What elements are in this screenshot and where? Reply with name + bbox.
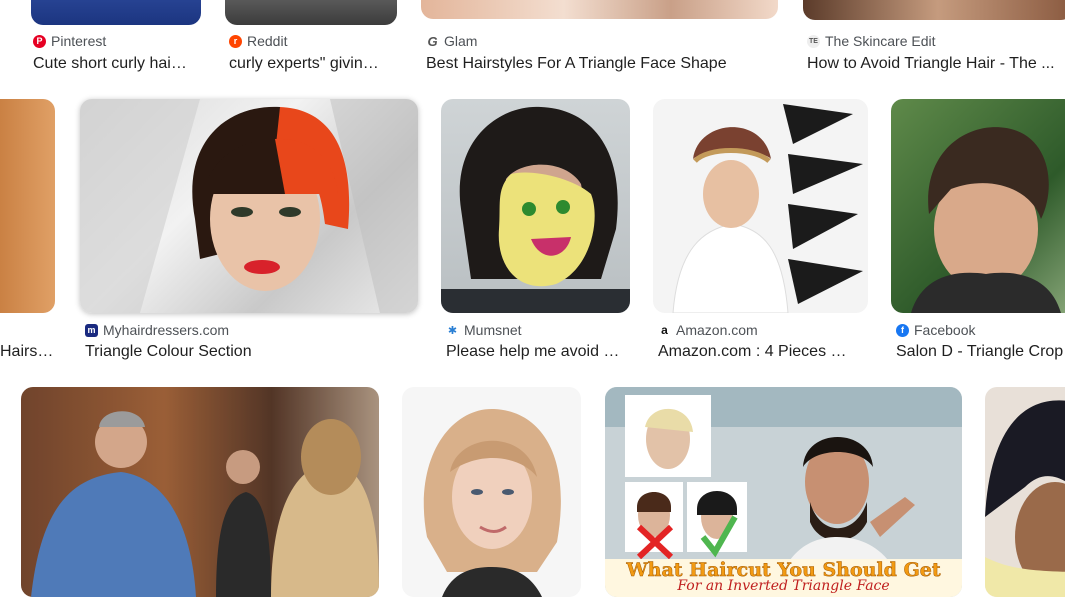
source-label: The Skincare Edit	[825, 33, 936, 49]
result-title[interactable]: Triangle Colour Section	[85, 343, 415, 361]
result-image[interactable]	[402, 387, 581, 597]
source-label: Amazon.com	[676, 322, 758, 338]
result-source: P Pinterest	[33, 33, 106, 49]
source-label: Facebook	[914, 322, 976, 338]
result-image[interactable]: What Haircut You Should Get For an Inver…	[605, 387, 962, 597]
facebook-icon: f	[896, 323, 909, 337]
result-title[interactable]: How to Avoid Triangle Hair - The ...	[807, 55, 1065, 73]
hair-photo	[441, 106, 630, 313]
bob-photo	[423, 408, 561, 597]
curly-hair-photo	[985, 400, 1065, 597]
result-image[interactable]	[985, 387, 1065, 597]
result-source: TE The Skincare Edit	[807, 33, 936, 49]
product-photo	[672, 104, 863, 313]
result-image[interactable]	[80, 99, 418, 313]
portrait-photo	[80, 99, 418, 313]
result-source: f Facebook	[896, 322, 975, 338]
amazon-icon: a	[661, 323, 668, 337]
result-title[interactable]: Salon D - Triangle Crop	[896, 343, 1065, 361]
mumsnet-icon: ✱	[447, 324, 458, 337]
source-label: Pinterest	[51, 33, 107, 49]
result-title[interactable]: Please help me avoid …	[446, 343, 626, 361]
video-subtitle-overlay: For an Inverted Triangle Face	[677, 578, 890, 594]
salon-photo	[21, 387, 379, 597]
result-title[interactable]: Cute short curly hai…	[33, 55, 203, 73]
source-label: Glam	[444, 33, 478, 49]
source-label: Mumsnet	[464, 322, 522, 338]
result-source: m Myhairdressers.com	[85, 322, 229, 338]
result-image[interactable]	[21, 387, 379, 597]
result-image[interactable]	[653, 99, 868, 313]
result-image[interactable]	[0, 99, 55, 313]
source-label: Myhairdressers.com	[103, 322, 230, 338]
result-image[interactable]	[891, 99, 1065, 313]
result-source: G Glam	[426, 33, 477, 49]
result-title[interactable]: Amazon.com : 4 Pieces …	[658, 343, 863, 361]
result-image[interactable]	[225, 0, 397, 25]
result-image[interactable]	[421, 0, 778, 19]
myhairdressers-icon: m	[85, 323, 98, 337]
skincare-edit-icon: TE	[807, 34, 820, 48]
reddit-icon: r	[229, 34, 242, 48]
result-image[interactable]	[803, 0, 1065, 20]
glam-icon: G	[427, 33, 438, 49]
result-title[interactable]: curly experts" givin…	[229, 55, 387, 73]
result-image[interactable]	[31, 0, 201, 25]
source-label: Reddit	[247, 33, 288, 49]
man-photo	[911, 127, 1061, 313]
result-image[interactable]	[441, 99, 630, 313]
result-source: r Reddit	[229, 33, 287, 49]
result-title[interactable]: Best Hairstyles For A Triangle Face Shap…	[426, 55, 786, 73]
result-source: ✱ Mumsnet	[446, 322, 522, 338]
pinterest-icon: P	[33, 34, 46, 48]
result-source: a Amazon.com	[658, 322, 758, 338]
result-title[interactable]: Hairs…	[0, 343, 60, 361]
